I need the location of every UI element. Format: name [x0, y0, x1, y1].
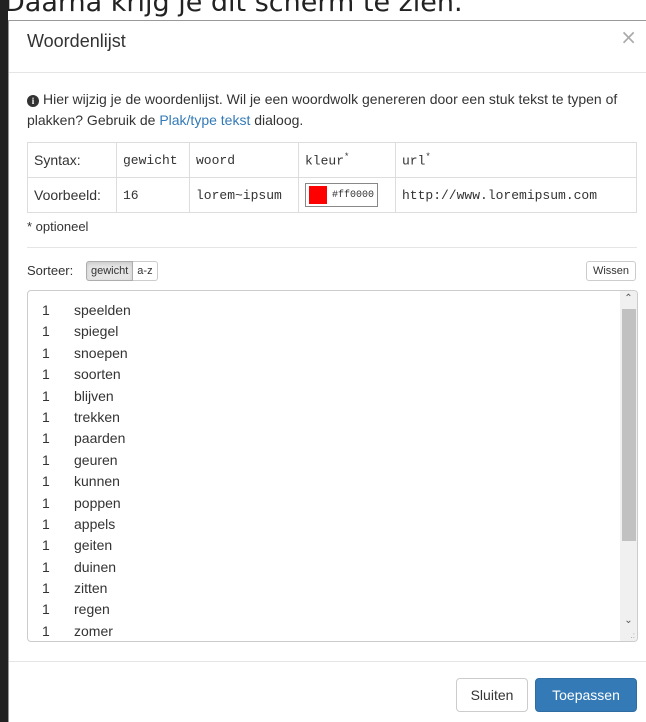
clear-button[interactable]: Wissen	[585, 261, 636, 281]
word-weight: 1	[42, 580, 50, 597]
syntax-url: url*	[395, 142, 637, 178]
word-text: soorten	[74, 366, 121, 383]
word-row: 1 paarden	[42, 428, 131, 449]
word-text: zitten	[74, 580, 108, 597]
sort-button-group: gewicht a-z	[86, 261, 158, 281]
scrollbar-thumb[interactable]	[622, 309, 636, 541]
word-row: 1 geiten	[42, 535, 131, 556]
syntax-label: Syntax:	[27, 142, 117, 178]
syntax-color-label: kleur	[305, 153, 345, 169]
word-text: regen	[74, 601, 110, 618]
word-list: 1 speelden 1 spiegel 1 snoepen 1 soorten 1 blijve…	[42, 300, 131, 641]
word-row: 1 kunnen	[42, 471, 131, 492]
word-weight: 1	[42, 451, 50, 468]
paste-text-link[interactable]: Plak/type tekst	[159, 112, 250, 128]
word-weight: 1	[42, 473, 50, 490]
modal-header: Woordenlijst ×	[9, 21, 646, 73]
syntax-row: Syntax: gewicht woord kleur* url*	[27, 142, 637, 178]
word-text: spiegel	[74, 323, 119, 340]
example-color-value: #ff0000	[332, 189, 375, 201]
word-weight: 1	[42, 387, 50, 404]
word-row: 1 zomer	[42, 621, 131, 641]
word-text: snoepen	[74, 344, 128, 361]
color-swatch	[309, 186, 327, 204]
word-row: 1 appels	[42, 514, 131, 535]
word-list-dialog: Woordenlijst × i Hier wijzig je de woorde…	[8, 20, 646, 722]
apply-button[interactable]: Toepassen	[535, 678, 637, 712]
word-text: speelden	[74, 302, 131, 318]
word-row: 1 trekken	[42, 407, 131, 428]
close-button[interactable]: Sluiten	[456, 678, 528, 712]
word-row: 1 geuren	[42, 450, 131, 471]
scroll-down-icon[interactable]: ⌄	[620, 613, 637, 629]
word-text: geuren	[74, 451, 118, 468]
word-weight: 1	[42, 537, 50, 554]
word-weight: 1	[42, 515, 50, 532]
intro-text: i Hier wijzig je de woordenlijst. Wil je …	[27, 89, 627, 131]
scroll-up-icon[interactable]: ⌃	[620, 291, 637, 307]
syntax-url-marker: *	[425, 151, 431, 162]
word-weight: 1	[42, 366, 50, 383]
syntax-url-label: url	[402, 153, 426, 169]
background-caption: Daarna krijg je dit scherm te zien.	[4, 0, 463, 18]
section-divider	[27, 247, 637, 248]
word-row: 1 poppen	[42, 493, 131, 514]
word-text: zomer	[74, 622, 113, 639]
footer-divider	[9, 661, 646, 662]
syntax-weight: gewicht	[116, 142, 190, 178]
syntax-color: kleur*	[298, 142, 396, 178]
word-row: 1 snoepen	[42, 343, 131, 364]
word-text: trekken	[74, 408, 120, 425]
example-color: #ff0000	[298, 177, 396, 213]
word-text: paarden	[74, 430, 126, 447]
scrollbar[interactable]: ⌃ ⌄	[620, 291, 637, 641]
example-url: http://www.loremipsum.com	[395, 177, 637, 213]
example-row: Voorbeeld: 16 lorem~ipsum #ff0000 http:/…	[27, 177, 637, 213]
word-row: 1 zitten	[42, 578, 131, 599]
example-weight: 16	[116, 177, 190, 213]
word-weight: 1	[42, 558, 50, 575]
optional-note: * optioneel	[27, 219, 89, 234]
intro-message: Hier wijzig je de woordenlijst. Wil je e…	[27, 91, 618, 128]
word-text: poppen	[74, 494, 121, 511]
word-list-textarea[interactable]: 1 speelden 1 spiegel 1 snoepen 1 soorten 1 blijve…	[27, 290, 638, 642]
word-weight: 1	[42, 622, 50, 639]
word-row: 1 speelden	[42, 300, 131, 321]
example-label: Voorbeeld:	[27, 177, 117, 213]
close-icon[interactable]: ×	[620, 27, 637, 47]
word-text: duinen	[74, 558, 117, 575]
modal-title: Woordenlijst	[27, 31, 126, 51]
word-weight: 1	[42, 323, 50, 340]
word-row: 1 soorten	[42, 364, 131, 385]
sort-weight-button[interactable]: gewicht	[86, 261, 134, 281]
word-weight: 1	[42, 408, 50, 425]
syntax-word: woord	[189, 142, 299, 178]
word-weight: 1	[42, 430, 50, 447]
sort-az-button[interactable]: a-z	[133, 261, 158, 281]
word-row: 1 spiegel	[42, 321, 131, 342]
intro-suffix: dialoog.	[250, 112, 304, 128]
resize-grip-icon[interactable]: .:	[631, 632, 635, 640]
word-weight: 1	[42, 494, 50, 511]
word-text: appels	[74, 515, 116, 532]
word-row: 1 duinen	[42, 557, 131, 578]
syntax-color-marker: *	[344, 151, 350, 162]
example-word: lorem~ipsum	[189, 177, 299, 213]
color-picker-box: #ff0000	[305, 183, 379, 207]
word-text: blijven	[74, 387, 114, 404]
word-row: 1 blijven	[42, 386, 131, 407]
info-circle-icon: i	[27, 95, 39, 107]
word-text: geiten	[74, 537, 113, 554]
sort-label: Sorteer:	[27, 263, 74, 278]
word-weight: 1	[42, 302, 50, 318]
word-weight: 1	[42, 601, 50, 618]
word-row: 1 regen	[42, 599, 131, 620]
modal-backdrop	[0, 0, 8, 722]
syntax-table: Syntax: gewicht woord kleur* url* Voorbe…	[27, 142, 637, 213]
word-text: kunnen	[74, 473, 120, 490]
word-weight: 1	[42, 344, 50, 361]
